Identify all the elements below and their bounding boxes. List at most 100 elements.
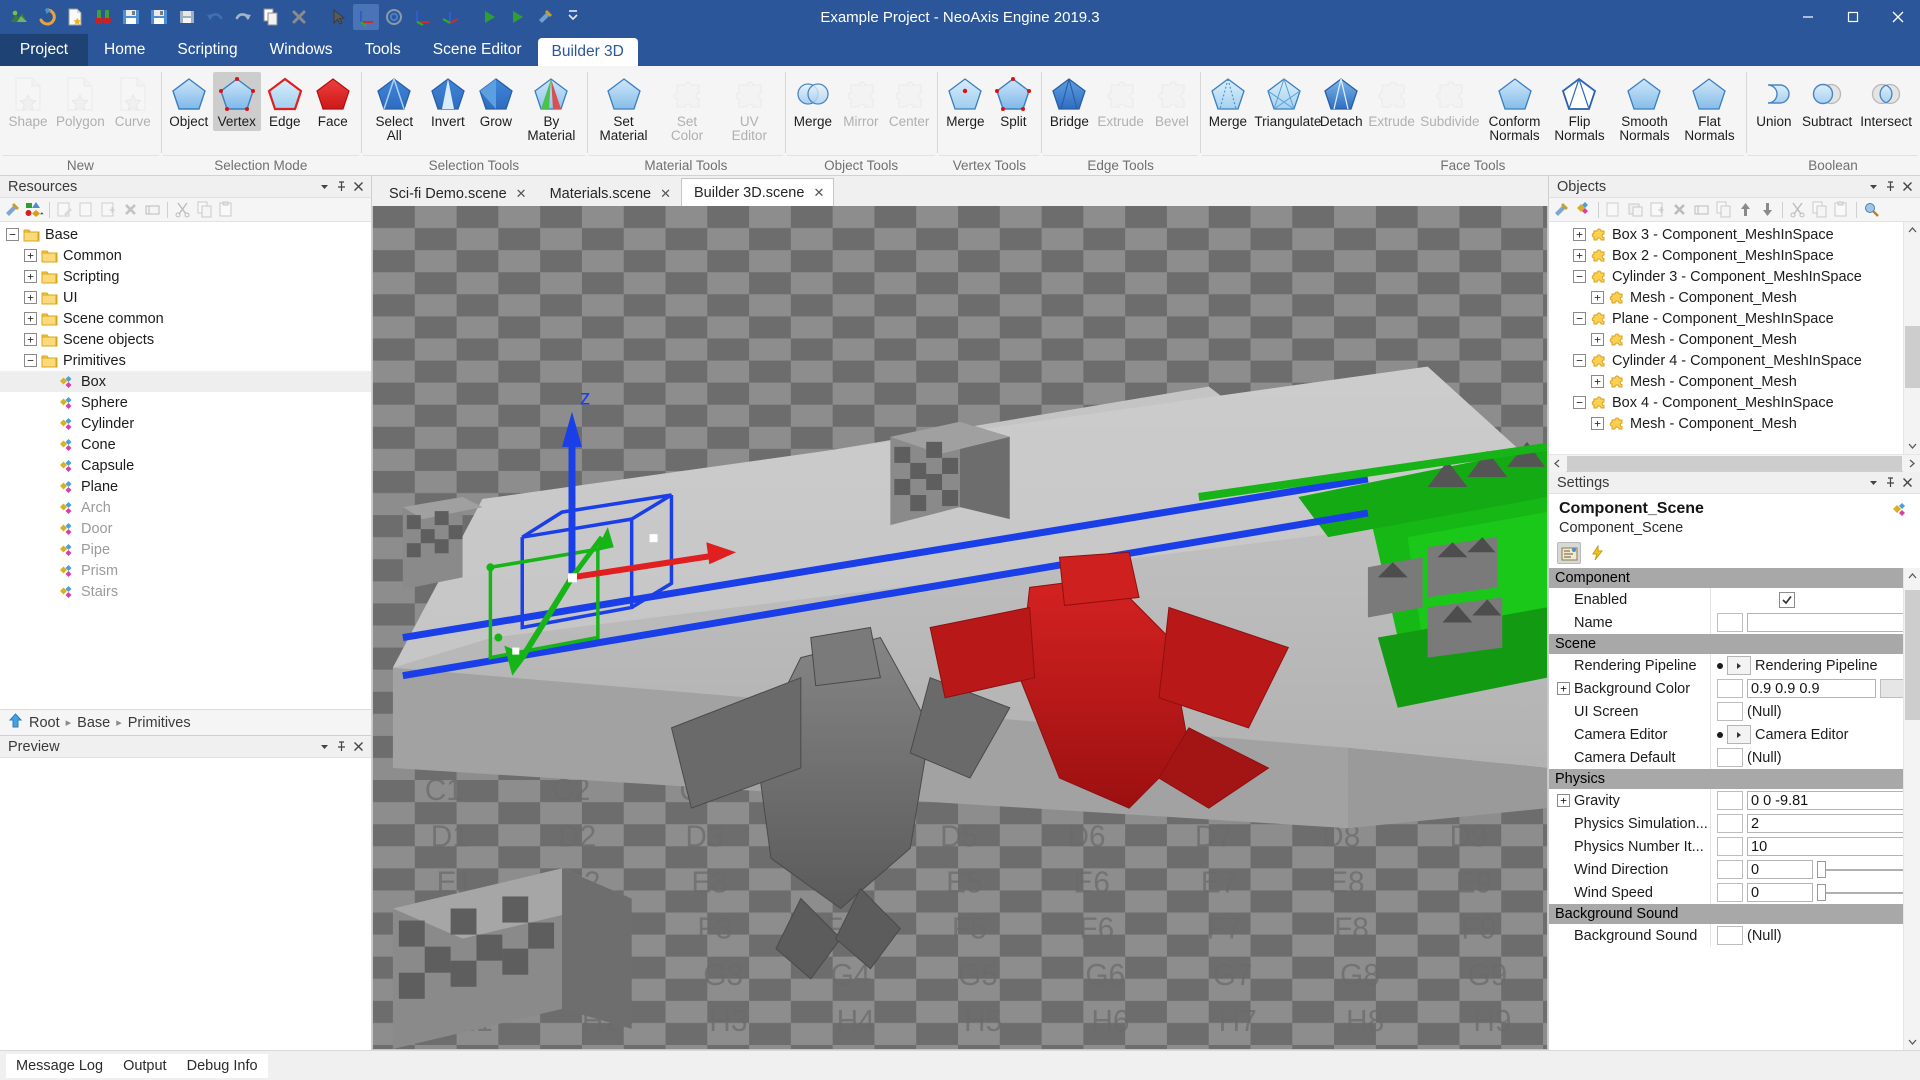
breadcrumb-up-icon[interactable] [8, 713, 23, 732]
property-slider[interactable] [1817, 860, 1912, 879]
status-tab-debug-info[interactable]: Debug Info [176, 1053, 268, 1078]
copy-icon[interactable] [194, 199, 215, 220]
document-tab[interactable]: Builder 3D.scene ✕ [681, 178, 835, 206]
breadcrumb-primitives[interactable]: Primitives [128, 715, 191, 731]
property-default-button[interactable] [1717, 837, 1743, 856]
ribbon-button-face[interactable]: Face [309, 72, 357, 131]
objects-tree[interactable]: + Box 3 - Component_MeshInSpace + Box 2 - C… [1549, 222, 1920, 454]
tree-expander-plus[interactable]: + [1591, 291, 1604, 304]
pin-icon[interactable] [333, 178, 350, 195]
ribbon-button-split[interactable]: Split [989, 72, 1037, 131]
objects-horizontal-scrollbar[interactable] [1549, 454, 1920, 472]
rename-icon[interactable] [1691, 199, 1712, 220]
tree-expander-plus[interactable]: + [1573, 249, 1586, 262]
ribbon-button-conform-normals[interactable]: Conform Normals [1482, 72, 1547, 145]
scroll-down-arrow[interactable] [1904, 437, 1920, 454]
close-icon[interactable] [350, 738, 367, 755]
close-icon[interactable] [350, 178, 367, 195]
close-icon[interactable]: ✕ [516, 186, 527, 202]
resource-tree-item[interactable]: Arch [0, 497, 371, 518]
copy-icon[interactable] [1713, 199, 1734, 220]
property-goto-button[interactable] [1727, 725, 1751, 744]
tree-expander-plus[interactable]: + [1591, 375, 1604, 388]
pivot-tool-icon[interactable] [437, 4, 463, 30]
property-color-input[interactable]: 0.9 0.9 0.9 [1747, 679, 1876, 698]
object-tree-item[interactable]: + Mesh - Component_Mesh [1549, 371, 1920, 392]
paste-icon[interactable] [216, 199, 237, 220]
delete-icon[interactable] [120, 199, 141, 220]
object-tree-item[interactable]: + Mesh - Component_Mesh [1549, 287, 1920, 308]
resource-tree-item[interactable]: Cone [0, 434, 371, 455]
play-icon[interactable] [476, 4, 502, 30]
settings-icon[interactable] [532, 4, 558, 30]
pin-icon[interactable] [333, 738, 350, 755]
save-as-icon[interactable] [174, 4, 200, 30]
ribbon-button-grow[interactable]: Grow [472, 72, 520, 131]
objects-vertical-scrollbar[interactable] [1903, 222, 1920, 454]
resource-tree-item[interactable]: Sphere [0, 392, 371, 413]
resource-tree-item[interactable]: Stairs [0, 581, 371, 602]
delete-icon[interactable] [1669, 199, 1690, 220]
tree-expander-plus[interactable]: + [24, 291, 37, 304]
settings-vertical-scrollbar[interactable] [1903, 568, 1920, 1050]
ribbon-button-vertex[interactable]: Vertex [212, 72, 261, 131]
menu-item-scene-editor[interactable]: Scene Editor [417, 34, 538, 66]
cut-icon[interactable] [1787, 199, 1808, 220]
property-default-button[interactable] [1717, 814, 1743, 833]
save-icon[interactable] [118, 4, 144, 30]
object-tree-item[interactable]: − Box 4 - Component_MeshInSpace [1549, 392, 1920, 413]
property-number-input[interactable]: 0 [1747, 860, 1813, 879]
ribbon-button-smooth-normals[interactable]: Smooth Normals [1612, 72, 1677, 145]
new-file-icon[interactable] [98, 199, 119, 220]
binoculars-icon[interactable] [90, 4, 116, 30]
resources-tree[interactable]: − Base + Common + Scripting + UI + Scene common + S… [0, 222, 371, 709]
chevron-down-icon[interactable] [316, 178, 333, 195]
ribbon-button-merge[interactable]: Merge [1204, 72, 1252, 131]
property-default-button[interactable] [1717, 883, 1743, 902]
menu-item-scripting[interactable]: Scripting [161, 34, 253, 66]
property-grid[interactable]: Component Enabled Name Scene Rendering Pipel… [1549, 568, 1920, 1050]
chevron-down-icon[interactable] [1865, 178, 1882, 195]
minimize-button[interactable] [1785, 0, 1830, 34]
ribbon-button-merge[interactable]: Merge [789, 72, 837, 131]
refresh-icon[interactable] [34, 4, 60, 30]
new-document-icon[interactable] [62, 4, 88, 30]
undo-icon[interactable] [202, 4, 228, 30]
new-folder-icon[interactable] [76, 199, 97, 220]
scale-tool-icon[interactable] [409, 4, 435, 30]
breadcrumb-base[interactable]: Base [77, 715, 110, 731]
h-scroll-thumb[interactable] [1567, 455, 1902, 471]
document-tab[interactable]: Materials.scene ✕ [537, 180, 681, 206]
property-slider[interactable] [1817, 883, 1912, 902]
tree-expander-minus[interactable]: − [1573, 312, 1586, 325]
resource-tree-item[interactable]: + UI [0, 287, 371, 308]
status-tab-output[interactable]: Output [113, 1053, 177, 1078]
tree-expander-plus[interactable]: + [1591, 333, 1604, 346]
scroll-up-arrow[interactable] [1904, 568, 1920, 585]
document-tab[interactable]: Sci-fi Demo.scene ✕ [376, 180, 537, 206]
ribbon-button-object[interactable]: Object [165, 72, 213, 131]
close-button[interactable] [1875, 0, 1920, 34]
tools-icon[interactable] [2, 199, 23, 220]
duplicate-icon[interactable] [1625, 199, 1646, 220]
property-text-input[interactable] [1747, 613, 1906, 632]
rotate-tool-icon[interactable] [381, 4, 407, 30]
property-default-button[interactable] [1717, 791, 1743, 810]
resource-tree-item[interactable]: + Common [0, 245, 371, 266]
scroll-left-arrow[interactable] [1549, 454, 1566, 472]
save-all-icon[interactable] [146, 4, 172, 30]
tree-expander-minus[interactable]: − [6, 228, 19, 241]
ribbon-button-flip-normals[interactable]: Flip Normals [1547, 72, 1612, 145]
property-text-input[interactable]: 10 [1747, 837, 1906, 856]
tree-expander-minus[interactable]: − [1573, 270, 1586, 283]
preview-body[interactable] [0, 758, 371, 1050]
resource-tree-item[interactable]: Box [0, 371, 371, 392]
cut-icon[interactable] [172, 199, 193, 220]
paste-icon[interactable] [1831, 199, 1852, 220]
scroll-down-arrow[interactable] [1904, 1033, 1920, 1050]
slider-knob[interactable] [1817, 861, 1826, 878]
ribbon-button-detach[interactable]: Detach [1317, 72, 1366, 131]
ribbon-button-select-all[interactable]: Select All [365, 72, 424, 145]
chevron-down-icon[interactable] [1865, 474, 1882, 491]
ribbon-button-invert[interactable]: Invert [424, 72, 472, 131]
